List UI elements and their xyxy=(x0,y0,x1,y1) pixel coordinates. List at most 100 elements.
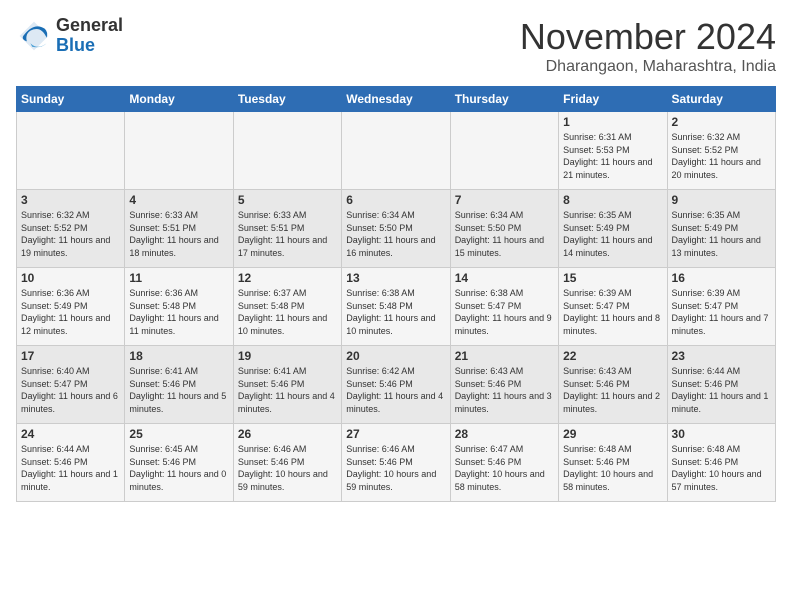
day-number: 8 xyxy=(563,193,662,207)
calendar-cell xyxy=(17,112,125,190)
title-block: November 2024 Dharangaon, Maharashtra, I… xyxy=(520,16,776,76)
location-subtitle: Dharangaon, Maharashtra, India xyxy=(520,58,776,76)
day-number: 21 xyxy=(455,349,554,363)
day-number: 11 xyxy=(129,271,228,285)
header-monday: Monday xyxy=(125,87,233,112)
day-number: 6 xyxy=(346,193,445,207)
day-info: Sunrise: 6:44 AMSunset: 5:46 PMDaylight:… xyxy=(672,365,771,415)
day-info: Sunrise: 6:40 AMSunset: 5:47 PMDaylight:… xyxy=(21,365,120,415)
calendar-cell: 6Sunrise: 6:34 AMSunset: 5:50 PMDaylight… xyxy=(342,190,450,268)
calendar-cell: 1 Sunrise: 6:31 AMSunset: 5:53 PMDaylight… xyxy=(559,112,667,190)
calendar-cell: 5 Sunrise: 6:33 AMSunset: 5:51 PMDaylight… xyxy=(233,190,341,268)
day-number: 14 xyxy=(455,271,554,285)
calendar-cell xyxy=(125,112,233,190)
day-number: 27 xyxy=(346,427,445,441)
header-thursday: Thursday xyxy=(450,87,558,112)
calendar-cell: 8 Sunrise: 6:35 AMSunset: 5:49 PMDaylight… xyxy=(559,190,667,268)
calendar-cell: 10Sunrise: 6:36 AMSunset: 5:49 PMDayligh… xyxy=(17,268,125,346)
calendar-cell xyxy=(450,112,558,190)
calendar-cell: 15 Sunrise: 6:39 AMSunset: 5:47 PMDayligh… xyxy=(559,268,667,346)
calendar-cell: 22 Sunrise: 6:43 AMSunset: 5:46 PMDayligh… xyxy=(559,346,667,424)
day-number: 16 xyxy=(672,271,771,285)
day-number: 3 xyxy=(21,193,120,207)
day-info: Sunrise: 6:31 AMSunset: 5:53 PMDaylight:… xyxy=(563,131,662,181)
header: General Blue November 2024 Dharangaon, M… xyxy=(16,16,776,76)
calendar-cell: 25 Sunrise: 6:45 AMSunset: 5:46 PMDayligh… xyxy=(125,424,233,502)
calendar-cell: 18Sunrise: 6:41 AMSunset: 5:46 PMDayligh… xyxy=(125,346,233,424)
day-info: Sunrise: 6:38 AMSunset: 5:48 PMDaylight:… xyxy=(346,287,445,337)
day-number: 2 xyxy=(672,115,771,129)
day-info: Sunrise: 6:39 AMSunset: 5:47 PMDaylight:… xyxy=(563,287,662,337)
day-number: 20 xyxy=(346,349,445,363)
day-info: Sunrise: 6:47 AMSunset: 5:46 PMDaylight:… xyxy=(455,443,554,493)
calendar-week-5: 24Sunrise: 6:44 AMSunset: 5:46 PMDayligh… xyxy=(17,424,776,502)
calendar-cell: 9Sunrise: 6:35 AMSunset: 5:49 PMDaylight… xyxy=(667,190,775,268)
day-info: Sunrise: 6:32 AMSunset: 5:52 PMDaylight:… xyxy=(21,209,120,259)
calendar-week-4: 17 Sunrise: 6:40 AMSunset: 5:47 PMDayligh… xyxy=(17,346,776,424)
calendar-cell xyxy=(233,112,341,190)
calendar-cell: 20 Sunrise: 6:42 AMSunset: 5:46 PMDayligh… xyxy=(342,346,450,424)
day-info: Sunrise: 6:37 AMSunset: 5:48 PMDaylight:… xyxy=(238,287,337,337)
day-info: Sunrise: 6:43 AMSunset: 5:46 PMDaylight:… xyxy=(563,365,662,415)
logo-blue-text: Blue xyxy=(56,36,123,56)
day-number: 26 xyxy=(238,427,337,441)
day-number: 22 xyxy=(563,349,662,363)
calendar-cell: 3 Sunrise: 6:32 AMSunset: 5:52 PMDaylight… xyxy=(17,190,125,268)
day-number: 30 xyxy=(672,427,771,441)
calendar-cell: 28 Sunrise: 6:47 AMSunset: 5:46 PMDayligh… xyxy=(450,424,558,502)
logo-icon xyxy=(16,18,52,54)
day-number: 10 xyxy=(21,271,120,285)
day-info: Sunrise: 6:35 AMSunset: 5:49 PMDaylight:… xyxy=(563,209,662,259)
calendar-cell: 2Sunrise: 6:32 AMSunset: 5:52 PMDaylight… xyxy=(667,112,775,190)
day-number: 5 xyxy=(238,193,337,207)
calendar-cell: 7 Sunrise: 6:34 AMSunset: 5:50 PMDaylight… xyxy=(450,190,558,268)
day-info: Sunrise: 6:35 AMSunset: 5:49 PMDaylight:… xyxy=(672,209,771,259)
calendar-cell: 26Sunrise: 6:46 AMSunset: 5:46 PMDayligh… xyxy=(233,424,341,502)
day-number: 7 xyxy=(455,193,554,207)
day-info: Sunrise: 6:34 AMSunset: 5:50 PMDaylight:… xyxy=(455,209,554,259)
calendar-cell: 27Sunrise: 6:46 AMSunset: 5:46 PMDayligh… xyxy=(342,424,450,502)
logo: General Blue xyxy=(16,16,123,56)
day-number: 17 xyxy=(21,349,120,363)
calendar-cell: 14 Sunrise: 6:38 AMSunset: 5:47 PMDayligh… xyxy=(450,268,558,346)
header-friday: Friday xyxy=(559,87,667,112)
day-info: Sunrise: 6:45 AMSunset: 5:46 PMDaylight:… xyxy=(129,443,228,493)
calendar-cell: 16Sunrise: 6:39 AMSunset: 5:47 PMDayligh… xyxy=(667,268,775,346)
calendar-cell: 23 Sunrise: 6:44 AMSunset: 5:46 PMDayligh… xyxy=(667,346,775,424)
calendar-cell: 24Sunrise: 6:44 AMSunset: 5:46 PMDayligh… xyxy=(17,424,125,502)
day-number: 15 xyxy=(563,271,662,285)
calendar-cell: 4 Sunrise: 6:33 AMSunset: 5:51 PMDaylight… xyxy=(125,190,233,268)
header-sunday: Sunday xyxy=(17,87,125,112)
day-info: Sunrise: 6:38 AMSunset: 5:47 PMDaylight:… xyxy=(455,287,554,337)
day-number: 12 xyxy=(238,271,337,285)
day-info: Sunrise: 6:36 AMSunset: 5:48 PMDaylight:… xyxy=(129,287,228,337)
day-info: Sunrise: 6:33 AMSunset: 5:51 PMDaylight:… xyxy=(238,209,337,259)
calendar-cell: 19 Sunrise: 6:41 AMSunset: 5:46 PMDayligh… xyxy=(233,346,341,424)
day-info: Sunrise: 6:43 AMSunset: 5:46 PMDaylight:… xyxy=(455,365,554,415)
day-number: 25 xyxy=(129,427,228,441)
calendar-cell: 17 Sunrise: 6:40 AMSunset: 5:47 PMDayligh… xyxy=(17,346,125,424)
calendar-week-1: 1 Sunrise: 6:31 AMSunset: 5:53 PMDaylight… xyxy=(17,112,776,190)
day-info: Sunrise: 6:48 AMSunset: 5:46 PMDaylight:… xyxy=(563,443,662,493)
day-info: Sunrise: 6:42 AMSunset: 5:46 PMDaylight:… xyxy=(346,365,445,415)
calendar-cell: 12 Sunrise: 6:37 AMSunset: 5:48 PMDayligh… xyxy=(233,268,341,346)
day-number: 13 xyxy=(346,271,445,285)
calendar-cell: 30 Sunrise: 6:48 AMSunset: 5:46 PMDayligh… xyxy=(667,424,775,502)
day-number: 23 xyxy=(672,349,771,363)
day-number: 18 xyxy=(129,349,228,363)
day-info: Sunrise: 6:48 AMSunset: 5:46 PMDaylight:… xyxy=(672,443,771,493)
header-wednesday: Wednesday xyxy=(342,87,450,112)
day-info: Sunrise: 6:41 AMSunset: 5:46 PMDaylight:… xyxy=(238,365,337,415)
header-tuesday: Tuesday xyxy=(233,87,341,112)
day-info: Sunrise: 6:33 AMSunset: 5:51 PMDaylight:… xyxy=(129,209,228,259)
logo-general-text: General xyxy=(56,16,123,36)
day-number: 28 xyxy=(455,427,554,441)
calendar-cell: 29Sunrise: 6:48 AMSunset: 5:46 PMDayligh… xyxy=(559,424,667,502)
day-number: 4 xyxy=(129,193,228,207)
calendar-table: Sunday Monday Tuesday Wednesday Thursday… xyxy=(16,86,776,502)
day-number: 24 xyxy=(21,427,120,441)
day-number: 1 xyxy=(563,115,662,129)
logo-text: General Blue xyxy=(56,16,123,56)
day-number: 19 xyxy=(238,349,337,363)
header-saturday: Saturday xyxy=(667,87,775,112)
